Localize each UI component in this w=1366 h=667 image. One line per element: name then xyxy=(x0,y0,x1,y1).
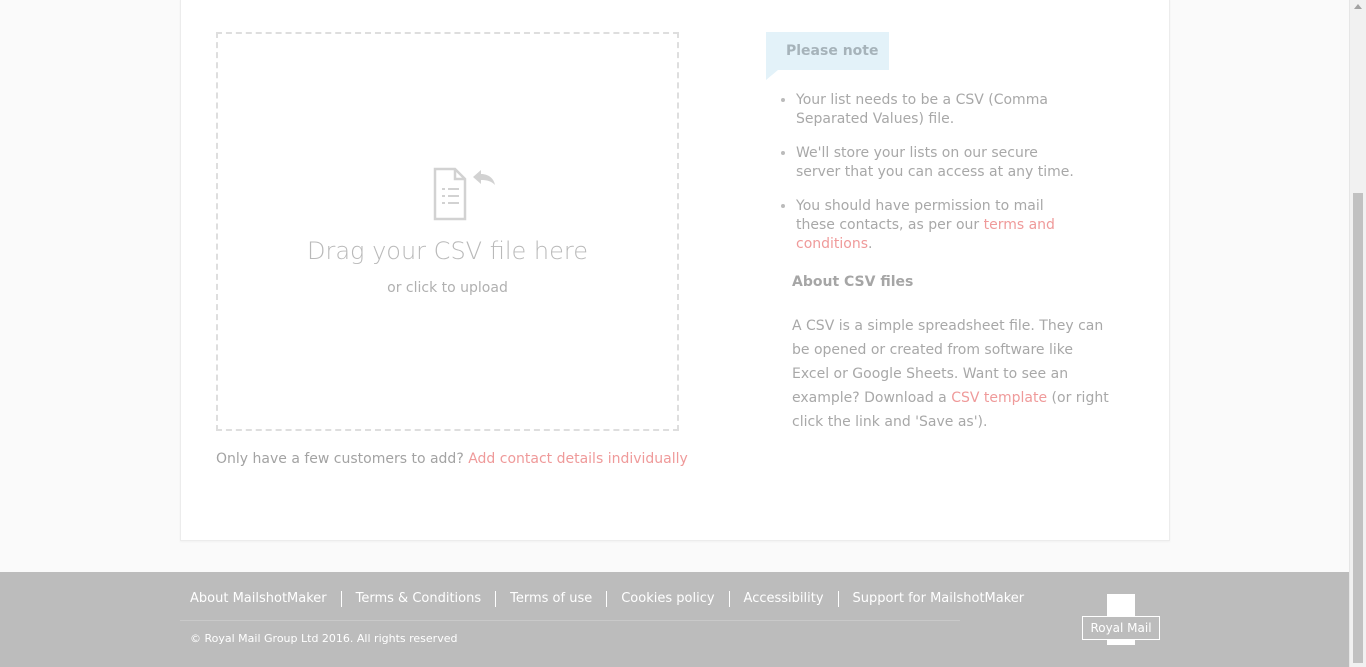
document-upload-icon xyxy=(433,167,495,221)
royal-mail-logo-base xyxy=(1107,640,1135,645)
royal-mail-logo[interactable]: Royal Mail xyxy=(1082,594,1160,646)
note-permission-suffix: . xyxy=(868,236,873,252)
add-contact-individually-link[interactable]: Add contact details individually xyxy=(468,451,688,467)
footer-links: About MailshotMaker Terms & Conditions T… xyxy=(180,591,1024,621)
footer-link-terms-conditions[interactable]: Terms & Conditions xyxy=(342,591,497,607)
royal-mail-logo-text: Royal Mail xyxy=(1082,616,1160,640)
few-customers-text: Only have a few customers to add? Add co… xyxy=(216,451,688,467)
footer: About MailshotMaker Terms & Conditions T… xyxy=(0,572,1349,667)
note-item-secure-storage: We'll store your lists on our secure ser… xyxy=(796,144,1078,182)
vertical-scrollbar[interactable] xyxy=(1349,0,1366,667)
note-item-permission: You should have permission to mail these… xyxy=(796,197,1078,254)
footer-link-about[interactable]: About MailshotMaker xyxy=(180,591,342,607)
footer-link-accessibility[interactable]: Accessibility xyxy=(730,591,839,607)
footer-link-cookies[interactable]: Cookies policy xyxy=(607,591,730,607)
dropzone-title: Drag your CSV file here xyxy=(307,237,588,265)
about-csv-title: About CSV files xyxy=(792,274,914,290)
note-list: Your list needs to be a CSV (Comma Separ… xyxy=(778,91,1078,269)
few-customers-prefix: Only have a few customers to add? xyxy=(216,451,469,467)
csv-dropzone[interactable]: Drag your CSV file here or click to uplo… xyxy=(216,32,679,431)
scroll-up-arrow-icon[interactable] xyxy=(1354,4,1362,9)
note-item-csv-format: Your list needs to be a CSV (Comma Separ… xyxy=(796,91,1078,129)
please-note-tag-tail xyxy=(766,70,778,80)
footer-link-terms-of-use[interactable]: Terms of use xyxy=(496,591,608,607)
copyright-text: © Royal Mail Group Ltd 2016. All rights … xyxy=(190,632,458,645)
please-note-tag: Please note xyxy=(766,32,889,70)
scrollbar-thumb[interactable] xyxy=(1353,193,1363,663)
footer-link-support[interactable]: Support for MailshotMaker xyxy=(839,591,1039,607)
csv-template-link[interactable]: CSV template xyxy=(951,390,1047,406)
about-csv-text: A CSV is a simple spreadsheet file. They… xyxy=(792,314,1110,434)
dropzone-subtitle: or click to upload xyxy=(387,280,508,296)
page: Drag your CSV file here or click to uplo… xyxy=(0,0,1366,667)
crown-icon xyxy=(1107,594,1135,616)
